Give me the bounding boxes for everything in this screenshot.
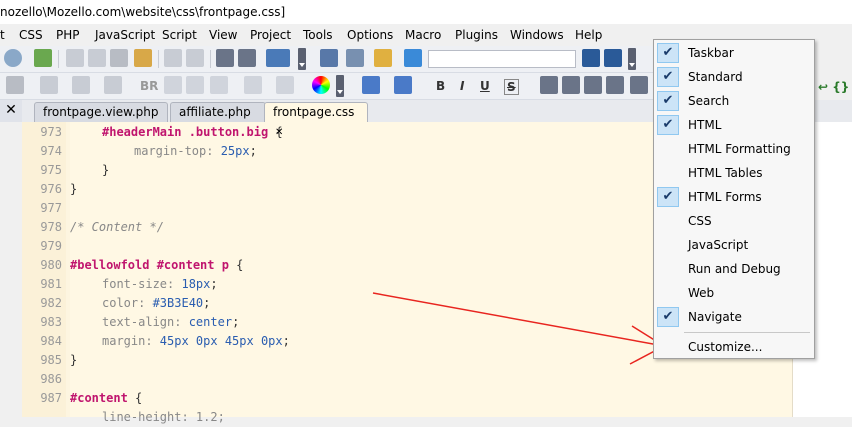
menu-item-html-formatting[interactable]: HTML Formatting bbox=[654, 137, 814, 161]
menu-item-search[interactable]: ✔ Search bbox=[654, 89, 814, 113]
tab-frontpage-css[interactable]: frontpage.css ✕ bbox=[264, 102, 368, 138]
menu-item-web[interactable]: Web bbox=[654, 281, 814, 305]
menu-item-navigate[interactable]: ✔ Navigate bbox=[654, 305, 814, 329]
menu-item-label: Customize... bbox=[688, 340, 763, 354]
menu-separator bbox=[684, 332, 810, 333]
menu-item-label: Standard bbox=[688, 70, 743, 84]
check-icon: ✔ bbox=[657, 115, 679, 135]
menu-item-label: Navigate bbox=[688, 310, 742, 324]
menu-item-javascript[interactable]: JavaScript bbox=[654, 233, 814, 257]
menu-item-html[interactable]: ✔ HTML bbox=[654, 113, 814, 137]
check-icon: ✔ bbox=[657, 43, 679, 63]
toolbars-context-menu: ✔ Taskbar ✔ Standard ✔ Search ✔ HTML HTML Fo… bbox=[653, 39, 815, 359]
check-icon: ✔ bbox=[657, 91, 679, 111]
menu-item-label: Taskbar bbox=[688, 46, 734, 60]
menu-item-label: CSS bbox=[688, 214, 712, 228]
menu-item-label: HTML bbox=[688, 118, 722, 132]
menu-item-css[interactable]: CSS bbox=[654, 209, 814, 233]
menu-item-label: JavaScript bbox=[688, 238, 749, 252]
menu-item-taskbar[interactable]: ✔ Taskbar bbox=[654, 41, 814, 65]
check-icon: ✔ bbox=[657, 67, 679, 87]
menu-item-label: HTML Formatting bbox=[688, 142, 791, 156]
menu-item-run-and-debug[interactable]: Run and Debug bbox=[654, 257, 814, 281]
menu-item-label: HTML Forms bbox=[688, 190, 762, 204]
menu-item-standard[interactable]: ✔ Standard bbox=[654, 65, 814, 89]
menu-item-label: Web bbox=[688, 286, 715, 300]
menu-item-html-tables[interactable]: HTML Tables bbox=[654, 161, 814, 185]
menu-item-label: HTML Tables bbox=[688, 166, 763, 180]
tab-close-icon[interactable]: ✕ bbox=[275, 127, 283, 138]
check-icon: ✔ bbox=[657, 307, 679, 327]
tab-label: frontpage.css bbox=[273, 105, 355, 119]
check-icon: ✔ bbox=[657, 187, 679, 207]
menu-item-label: Search bbox=[688, 94, 730, 108]
menu-item-customize[interactable]: Customize... bbox=[654, 335, 814, 359]
menu-item-html-forms[interactable]: ✔ HTML Forms bbox=[654, 185, 814, 209]
menu-item-label: Run and Debug bbox=[688, 262, 781, 276]
